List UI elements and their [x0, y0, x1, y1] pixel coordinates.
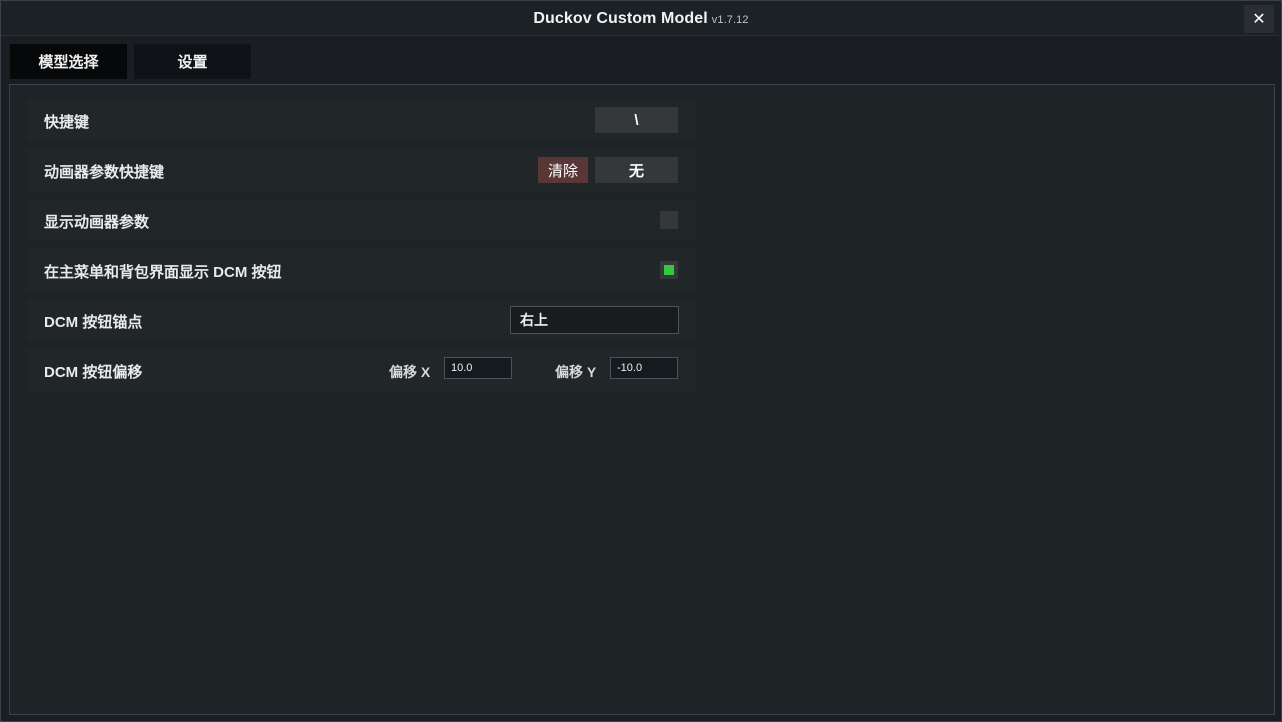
clear-button[interactable]: 清除	[538, 157, 588, 183]
dcm-anchor-dropdown[interactable]: 右上	[510, 306, 679, 334]
show-animator-params-checkbox[interactable]	[660, 211, 678, 229]
offset-x-input[interactable]: 10.0	[444, 357, 512, 379]
offset-y-value: -10.0	[617, 362, 643, 374]
show-dcm-button-checkbox[interactable]	[660, 261, 678, 279]
tab-label: 模型选择	[38, 54, 99, 71]
offset-x-value: 10.0	[451, 362, 473, 374]
show-animator-params-label: 显示动画器参数	[44, 214, 150, 231]
offset-y-input[interactable]: -10.0	[610, 357, 678, 379]
tab-label: 设置	[177, 54, 208, 71]
clear-label: 清除	[547, 162, 578, 180]
setting-row-show-animator-params: 显示动画器参数	[28, 199, 696, 241]
animator-hotkey-button[interactable]: 无	[595, 157, 678, 183]
animator-hotkey-label: 动画器参数快捷键	[44, 164, 165, 181]
hotkey-value: \	[634, 111, 639, 129]
setting-row-hotkey: 快捷键 \	[28, 99, 696, 141]
tab-model-select[interactable]: 模型选择	[10, 44, 127, 79]
offset-y-label: 偏移 Y	[555, 364, 597, 380]
settings-panel: 快捷键 \ 动画器参数快捷键 清除 无 显示动画器参数 在主菜单和背包界面显示 …	[9, 84, 1275, 715]
app-version: v1.7.12	[711, 14, 749, 26]
app-name: Duckov Custom Model	[533, 10, 708, 27]
dcm-anchor-label: DCM 按钮锚点	[44, 314, 143, 331]
setting-row-dcm-offset: DCM 按钮偏移 偏移 X 10.0 偏移 Y -10.0	[28, 349, 696, 391]
close-button[interactable]: ✕	[1244, 5, 1274, 33]
setting-row-show-dcm-button: 在主菜单和背包界面显示 DCM 按钮	[28, 249, 696, 291]
setting-row-animator-hotkey: 动画器参数快捷键 清除 无	[28, 149, 696, 191]
title-bar[interactable]: Duckov Custom Model v1.7.12 ✕	[1, 1, 1281, 36]
offset-x-label: 偏移 X	[389, 364, 431, 380]
hotkey-label: 快捷键	[44, 114, 90, 131]
hotkey-button[interactable]: \	[595, 107, 678, 133]
tab-settings[interactable]: 设置	[134, 44, 251, 79]
setting-row-dcm-anchor: DCM 按钮锚点 右上	[28, 299, 696, 341]
dcm-anchor-value: 右上	[520, 312, 548, 328]
window-title: Duckov Custom Model v1.7.12	[1, 10, 1281, 28]
dcm-offset-label: DCM 按钮偏移	[44, 364, 143, 381]
app-window: Duckov Custom Model v1.7.12 ✕ 模型选择 设置 快捷键…	[0, 0, 1282, 722]
checkbox-check-indicator	[664, 265, 674, 275]
animator-hotkey-value: 无	[628, 162, 644, 180]
close-icon: ✕	[1252, 11, 1266, 28]
show-dcm-button-label: 在主菜单和背包界面显示 DCM 按钮	[44, 264, 282, 281]
